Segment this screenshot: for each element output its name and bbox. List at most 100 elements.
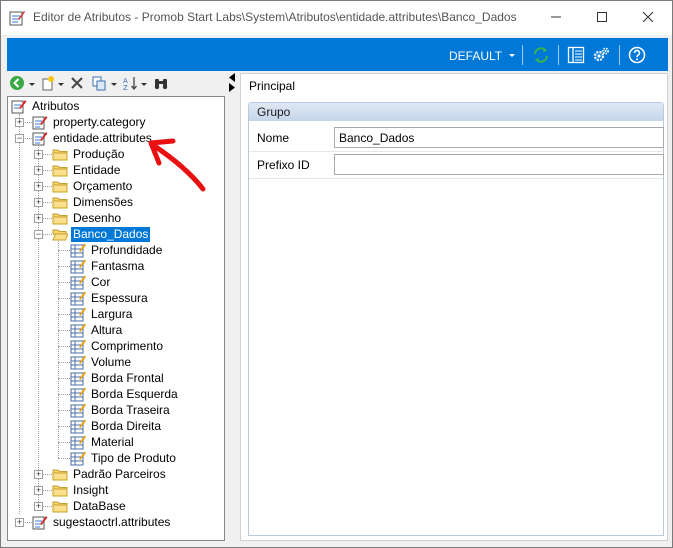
help-icon[interactable]	[628, 46, 646, 64]
attribute-tree[interactable]: Atributos + property.category − entidade.at…	[7, 96, 225, 541]
chevron-down-icon[interactable]	[29, 83, 35, 86]
main-toolbar: DEFAULT	[7, 38, 668, 71]
prefix-id-input[interactable]	[334, 154, 664, 175]
maximize-icon	[597, 12, 607, 22]
tree-node[interactable]: Cor	[70, 274, 112, 290]
maximize-button[interactable]	[579, 1, 625, 33]
delete-icon[interactable]	[69, 75, 85, 91]
tree-node[interactable]: Orçamento	[52, 178, 134, 194]
back-arrow-icon[interactable]	[9, 75, 25, 91]
title-bar[interactable]: Editor de Atributos - Promob Start Labs\…	[1, 1, 672, 35]
tree-node[interactable]: entidade.attributes	[32, 130, 154, 146]
tree-node[interactable]: Borda Esquerda	[70, 386, 180, 402]
tree-node-label: Insight	[73, 482, 109, 497]
expand-icon[interactable]: +	[34, 502, 43, 511]
tree-node[interactable]: Insight	[52, 482, 110, 498]
attribute-icon	[70, 291, 86, 306]
expand-icon[interactable]: +	[34, 214, 43, 223]
tree-guide-line	[58, 250, 70, 251]
attribute-icon	[70, 323, 86, 338]
tree-node[interactable]: Comprimento	[70, 338, 165, 354]
attribute-icon	[70, 387, 86, 402]
folder-icon	[52, 181, 68, 193]
expand-icon[interactable]: +	[15, 518, 24, 527]
tree-node-label: Padrão Parceiros	[73, 466, 166, 481]
tree-node[interactable]: Produção	[52, 146, 126, 162]
tree-guide-line	[58, 266, 70, 267]
tree-node[interactable]: Borda Traseira	[70, 402, 172, 418]
attribute-file-icon	[32, 132, 48, 146]
name-input[interactable]	[334, 127, 664, 148]
folder-icon	[52, 149, 68, 161]
attribute-root-icon	[11, 100, 27, 114]
tree-node[interactable]: Tipo de Produto	[70, 450, 178, 466]
attribute-icon	[70, 355, 86, 370]
tree-node[interactable]: property.category	[32, 114, 148, 130]
expand-icon[interactable]: +	[34, 166, 43, 175]
tree-node[interactable]: DataBase	[52, 498, 128, 514]
attribute-file-icon	[32, 116, 48, 130]
chevron-down-icon[interactable]	[111, 83, 117, 86]
tree-guide-line	[58, 458, 70, 459]
tree-guide-line	[58, 330, 70, 331]
tree-node[interactable]: Espessura	[70, 290, 150, 306]
tree-root[interactable]: Atributos	[11, 98, 81, 114]
tree-node[interactable]: Material	[70, 434, 136, 450]
tree-node[interactable]: Padrão Parceiros	[52, 466, 168, 482]
copy-icon[interactable]	[91, 75, 107, 91]
tree-node[interactable]: Fantasma	[70, 258, 146, 274]
expand-icon[interactable]: +	[34, 198, 43, 207]
tree-node-label: Fantasma	[91, 258, 145, 273]
splitter-collapse-icon[interactable]	[227, 73, 237, 113]
tree-node-label: Tipo de Produto	[91, 450, 176, 465]
tree-guide-line	[58, 314, 70, 315]
profile-dropdown[interactable]: DEFAULT	[449, 49, 502, 63]
tree-node[interactable]: Largura	[70, 306, 134, 322]
tree-node[interactable]: Dimensões	[52, 194, 135, 210]
expand-icon[interactable]: +	[15, 118, 24, 127]
tree-node[interactable]: sugestaoctrl.attributes	[32, 514, 172, 530]
tree-node[interactable]: Banco_Dados	[52, 226, 151, 242]
tree-guide-line	[58, 282, 70, 283]
chevron-down-icon[interactable]	[58, 83, 64, 86]
tree-guide-line	[58, 346, 70, 347]
sort-az-icon[interactable]: A Z	[122, 75, 138, 91]
refresh-icon[interactable]	[532, 46, 550, 64]
tree-node[interactable]: Desenho	[52, 210, 123, 226]
layout-panel-icon[interactable]	[567, 46, 585, 64]
toolbar-separator	[619, 45, 620, 65]
attribute-icon	[70, 307, 86, 322]
tree-node-label: Borda Direita	[91, 418, 162, 433]
expand-icon[interactable]: +	[34, 486, 43, 495]
chevron-down-icon[interactable]	[509, 54, 515, 57]
expand-icon[interactable]: +	[34, 182, 43, 191]
minimize-button[interactable]	[533, 1, 579, 33]
collapse-icon[interactable]: −	[34, 230, 43, 239]
tree-node[interactable]: Entidade	[52, 162, 122, 178]
attribute-icon	[70, 371, 86, 386]
name-label: Nome	[257, 131, 290, 145]
tree-node-label: Entidade	[73, 162, 121, 177]
tree-guide-line	[58, 410, 70, 411]
tree-node[interactable]: Profundidade	[70, 242, 164, 258]
collapse-icon[interactable]: −	[15, 134, 24, 143]
tree-root-label: Atributos	[32, 98, 80, 113]
folder-icon	[52, 165, 68, 177]
section-title: Principal	[249, 79, 296, 93]
tree-node[interactable]: Altura	[70, 322, 124, 338]
tree-node[interactable]: Borda Frontal	[70, 370, 166, 386]
binoculars-icon[interactable]	[153, 75, 169, 91]
expand-icon[interactable]: +	[34, 150, 43, 159]
close-button[interactable]	[625, 1, 671, 33]
tree-node-label: Dimensões	[73, 194, 134, 209]
new-item-icon[interactable]	[40, 75, 56, 91]
settings-gears-icon[interactable]	[592, 46, 610, 64]
chevron-down-icon[interactable]	[141, 83, 147, 86]
tree-guide-line	[58, 378, 70, 379]
expand-icon[interactable]: +	[34, 470, 43, 479]
svg-text:Z: Z	[123, 84, 128, 91]
tree-node[interactable]: Volume	[70, 354, 133, 370]
group-header[interactable]: Grupo	[249, 103, 663, 121]
attribute-icon	[70, 403, 86, 418]
tree-node[interactable]: Borda Direita	[70, 418, 163, 434]
